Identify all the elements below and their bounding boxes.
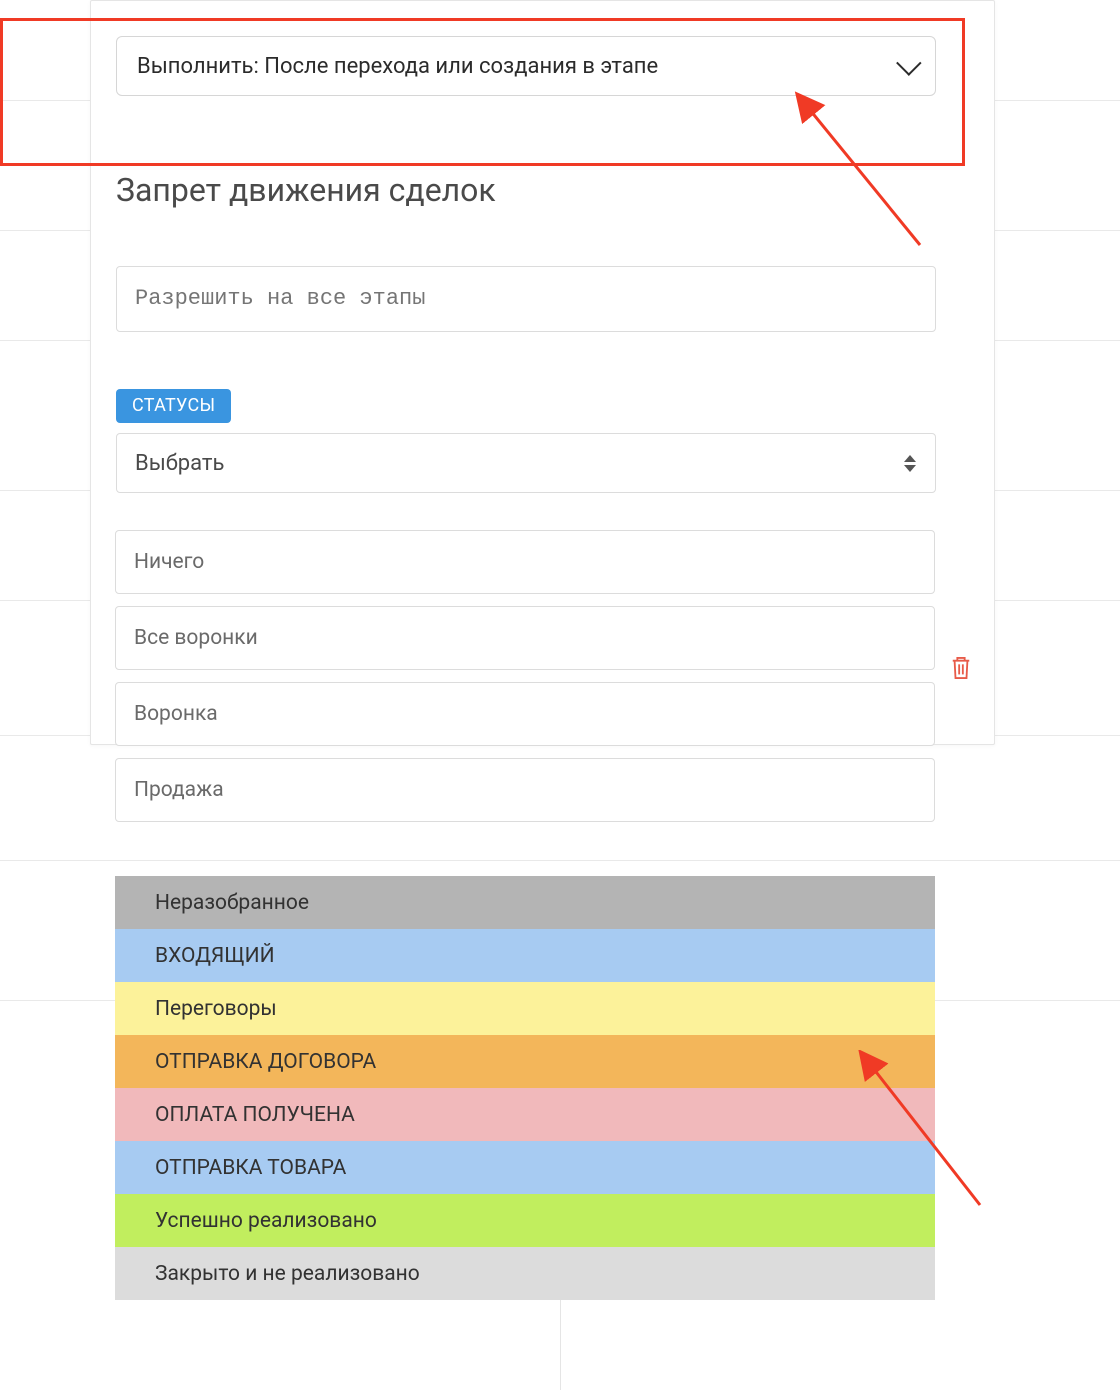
status-select[interactable]: Выбрать [116, 433, 936, 493]
stage-label: ОТПРАВКА ТОВАРА [155, 1156, 346, 1180]
stage-item[interactable]: Неразобранное [115, 876, 935, 929]
trash-icon[interactable] [950, 655, 972, 681]
options-list: Ничего Все воронки Воронка Продажа [115, 530, 935, 822]
chevron-down-icon [896, 50, 921, 75]
option-label: Воронка [134, 702, 218, 726]
stage-label: Закрыто и не реализовано [155, 1262, 420, 1286]
statuses-badge: СТАТУСЫ [116, 389, 231, 423]
stage-label: Успешно реализовано [155, 1209, 377, 1233]
trigger-select[interactable]: Выполнить: После перехода или создания в… [116, 36, 936, 96]
allow-input-placeholder: Разрешить на все этапы [135, 286, 425, 311]
stage-item[interactable]: Закрыто и не реализовано [115, 1247, 935, 1300]
section-title: Запрет движения сделок [116, 171, 496, 209]
option-funnel[interactable]: Воронка [115, 682, 935, 746]
stage-item[interactable]: Успешно реализовано [115, 1194, 935, 1247]
stage-list: Неразобранное ВХОДЯЩИЙ Переговоры ОТПРАВ… [115, 876, 935, 1300]
stage-item[interactable]: ОПЛАТА ПОЛУЧЕНА [115, 1088, 935, 1141]
option-label: Ничего [134, 550, 204, 574]
stage-label: ОПЛАТА ПОЛУЧЕНА [155, 1103, 355, 1127]
stage-item[interactable]: ОТПРАВКА ДОГОВОРА [115, 1035, 935, 1088]
option-sale[interactable]: Продажа [115, 758, 935, 822]
option-all-funnels[interactable]: Все воронки [115, 606, 935, 670]
option-label: Все воронки [134, 626, 258, 650]
stage-item[interactable]: ОТПРАВКА ТОВАРА [115, 1141, 935, 1194]
column-divider [560, 1300, 561, 1390]
sort-icon [903, 455, 917, 472]
status-select-placeholder: Выбрать [135, 451, 224, 476]
stage-label: Неразобранное [155, 891, 309, 915]
stage-label: Переговоры [155, 997, 277, 1021]
stage-label: ВХОДЯЩИЙ [155, 944, 275, 968]
option-nothing[interactable]: Ничего [115, 530, 935, 594]
stage-item[interactable]: Переговоры [115, 982, 935, 1035]
allow-stages-input[interactable]: Разрешить на все этапы [116, 266, 936, 332]
option-label: Продажа [134, 778, 224, 802]
stage-item[interactable]: ВХОДЯЩИЙ [115, 929, 935, 982]
stage-label: ОТПРАВКА ДОГОВОРА [155, 1050, 376, 1074]
trigger-select-label: Выполнить: После перехода или создания в… [137, 54, 658, 79]
